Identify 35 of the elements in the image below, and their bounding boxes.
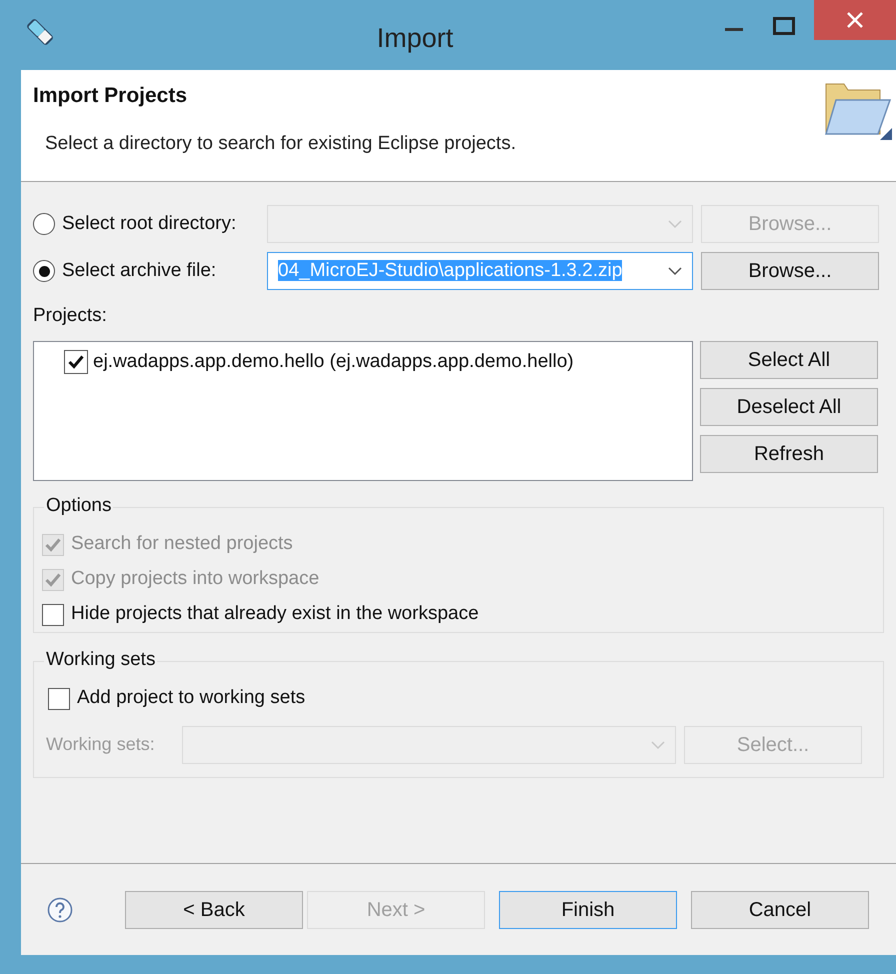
checkmark-icon	[68, 354, 84, 369]
field-label: Working sets:	[46, 733, 156, 756]
radio-button[interactable]	[33, 260, 55, 282]
chevron-down-icon	[651, 740, 665, 750]
maximize-icon	[773, 17, 795, 35]
path-value: 04_MicroEJ-Studio\applications-1.3.2.zip	[278, 260, 622, 281]
checkbox[interactable]	[48, 688, 70, 710]
radio-label: Select root directory:	[62, 212, 238, 236]
page-title: Import Projects	[33, 83, 188, 109]
chevron-down-icon	[668, 219, 682, 229]
checkbox-label: Add project to working sets	[77, 686, 306, 710]
project-name: ej.wadapps.app.demo.hello (ej.wadapps.app.demo.hello)	[93, 350, 574, 374]
list-action-button[interactable]: Select All	[700, 340, 878, 378]
minimize-icon	[725, 28, 743, 32]
footer-button[interactable]: Cancel	[691, 890, 869, 928]
checkbox[interactable]	[42, 604, 64, 626]
option-label: Copy projects into workspace	[71, 567, 320, 592]
help-icon[interactable]	[47, 896, 73, 922]
list-action-button[interactable]: Refresh	[700, 434, 878, 472]
option-label: Hide projects that already exist in the workspace	[71, 602, 479, 626]
checkmark-icon	[45, 538, 61, 552]
projects-label: Projects:	[33, 304, 108, 328]
option-label: Search for nested projects	[71, 532, 293, 556]
close-icon	[847, 12, 863, 28]
checkbox[interactable]	[64, 350, 88, 374]
browse-button[interactable]: Browse...	[701, 252, 879, 290]
close-button[interactable]	[814, 0, 896, 40]
list-action-button[interactable]: Deselect All	[700, 388, 878, 426]
page-description: Select a directory to search for existing Eclipse projects.	[45, 132, 517, 156]
footer-button[interactable]: < Back	[125, 890, 303, 928]
window-title: Import	[376, 22, 454, 55]
footer-button[interactable]: Finish	[499, 890, 677, 928]
checkmark-icon	[45, 572, 61, 586]
chevron-down-icon	[668, 266, 682, 276]
radio-label: Select archive file:	[62, 258, 218, 283]
